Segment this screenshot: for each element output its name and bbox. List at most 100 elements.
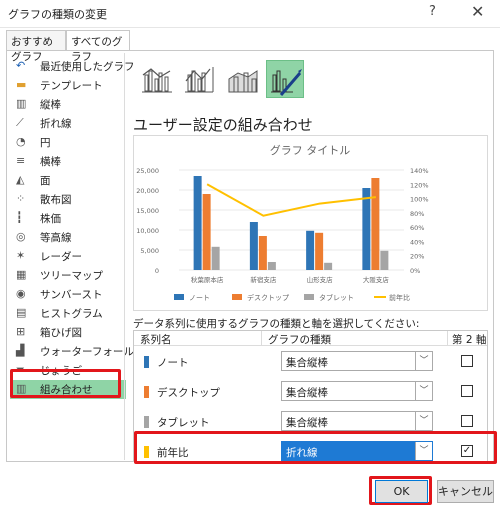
series-color-swatch — [144, 386, 149, 398]
sidebar-item-label: レーダー — [40, 251, 82, 263]
sidebar-item[interactable]: ▤ ヒストグラム — [10, 304, 126, 323]
pie-chart-icon: ◔ — [16, 135, 26, 148]
sidebar-item-label: 株価 — [40, 213, 61, 225]
sunburst-icon: ◉ — [16, 287, 26, 300]
x-tick-label: 山形支店 — [307, 275, 334, 284]
tab-all-charts[interactable]: すべてのグラフ — [66, 30, 130, 63]
sidebar-item[interactable]: ▬ テンプレート — [10, 76, 126, 95]
chart-svg: グラフ タイトル 25,000 20,000 15,000 10,000 5,000 0 14… — [136, 143, 429, 302]
y2-tick-label: 40% — [410, 238, 424, 246]
sidebar-item[interactable]: ↶ 最近使用したグラフ — [10, 57, 135, 76]
x-tick-label: 大阪支店 — [363, 275, 390, 284]
y-tick-label: 0 — [155, 267, 159, 275]
sidebar-item-label: 等高線 — [40, 232, 72, 244]
line-series — [206, 183, 376, 217]
y-tick-label: 25,000 — [136, 167, 159, 175]
sidebar-item[interactable]: ≡ 横棒 — [10, 152, 126, 171]
series-prompt: データ系列に使用するグラフの種類と軸を選択してください: — [133, 318, 420, 330]
legend-swatch — [174, 294, 184, 300]
chart-type-dropdown[interactable]: 集合縦棒 ﹀ — [281, 351, 433, 371]
header-divider — [447, 331, 448, 346]
secondary-axis-checkbox[interactable] — [461, 355, 473, 367]
sidebar-item[interactable]: ▦ ツリーマップ — [10, 266, 126, 285]
line-chart-icon: ⟋ — [16, 116, 24, 129]
sidebar-item[interactable]: ⁘ 散布図 — [10, 190, 126, 209]
variant-custom-combination[interactable] — [266, 60, 304, 98]
sidebar-item[interactable]: ◎ 等高線 — [10, 228, 126, 247]
sidebar-item-label: 縦棒 — [40, 99, 61, 111]
chevron-down-icon[interactable]: ﹀ — [415, 352, 432, 370]
radar-chart-icon: ✶ — [16, 249, 26, 262]
waterfall-icon: ▟ — [16, 344, 25, 357]
chevron-down-icon[interactable]: ﹀ — [415, 382, 432, 400]
chart-type-dropdown[interactable]: 集合縦棒 ﹀ — [281, 381, 433, 401]
stacked-area-column-icon — [228, 70, 258, 93]
bar — [315, 232, 324, 270]
y-tick-label: 10,000 — [136, 227, 159, 235]
callout-secondary-row — [134, 431, 497, 464]
bar — [380, 250, 389, 270]
series-row[interactable]: ノート 集合縦棒 ﹀ — [134, 347, 487, 377]
window-title: グラフの種類の変更 — [8, 8, 107, 21]
secondary-axis-checkbox[interactable] — [461, 385, 473, 397]
histogram-icon: ▤ — [16, 306, 27, 319]
legend-swatch — [232, 294, 242, 300]
sidebar-item-label: 面 — [40, 175, 51, 187]
bar-chart-icon: ≡ — [16, 154, 26, 167]
tab-recommended[interactable]: おすすめグラフ — [6, 30, 66, 63]
bar — [371, 178, 380, 270]
column-chart-icon: ▥ — [16, 97, 27, 110]
bar — [258, 236, 267, 270]
sidebar-item[interactable]: ▟ ウォーターフォール — [10, 342, 134, 361]
legend-label: ノート — [189, 294, 210, 302]
series-name: タブレット — [157, 417, 210, 429]
sidebar-item[interactable]: ▥ 縦棒 — [10, 95, 126, 114]
header-secondary-axis: 第 2 軸 — [452, 334, 487, 346]
close-button[interactable]: ✕ — [471, 2, 484, 21]
variant-clustered-column-line[interactable] — [137, 60, 175, 98]
custom-combination-icon — [271, 69, 302, 96]
bar — [362, 188, 371, 270]
sidebar-item-label: 散布図 — [40, 194, 72, 206]
legend-label: 前年比 — [389, 293, 410, 302]
chart-type-value: 集合縦棒 — [286, 417, 328, 429]
help-button[interactable]: ? — [429, 4, 436, 19]
sidebar-item-label: テンプレート — [40, 80, 103, 92]
bar — [249, 222, 258, 270]
y2-tick-label: 0% — [410, 267, 420, 275]
header-series-name: 系列名 — [140, 334, 172, 346]
sidebar-item[interactable]: ◉ サンバースト — [10, 285, 126, 304]
ok-button[interactable]: OK — [375, 480, 428, 503]
sidebar-item[interactable]: ⊞ 箱ひげ図 — [10, 323, 126, 342]
sidebar-item[interactable]: ◔ 円 — [10, 133, 126, 152]
legend-swatch — [304, 294, 314, 300]
variant-clustered-column-line-secondary[interactable] — [179, 60, 217, 98]
sidebar-item-label: ツリーマップ — [40, 270, 103, 282]
sidebar-item[interactable]: ┇ 株価 — [10, 209, 126, 228]
title-bar: グラフの種類の変更 ? ✕ — [0, 0, 500, 28]
bar — [267, 262, 276, 270]
chart-type-value: 集合縦棒 — [286, 357, 328, 369]
chart-type-value: 集合縦棒 — [286, 387, 328, 399]
series-color-swatch — [144, 416, 149, 428]
y2-tick-label: 140% — [410, 167, 429, 175]
sidebar-item[interactable]: ◭ 面 — [10, 171, 126, 190]
scatter-chart-icon: ⁘ — [16, 192, 26, 205]
series-name: ノート — [157, 357, 189, 369]
y2-tick-label: 120% — [410, 181, 429, 189]
y2-tick-label: 60% — [410, 224, 424, 232]
series-color-swatch — [144, 356, 149, 368]
secondary-axis-checkbox[interactable] — [461, 415, 473, 427]
sidebar-item[interactable]: ✶ レーダー — [10, 247, 126, 266]
sidebar-item-label: ヒストグラム — [40, 308, 103, 320]
series-row[interactable]: デスクトップ 集合縦棒 ﹀ — [134, 377, 487, 407]
callout-combo-item — [10, 369, 121, 398]
cancel-button[interactable]: キャンセル — [437, 480, 494, 503]
chevron-down-icon[interactable]: ﹀ — [415, 412, 432, 430]
variant-stacked-area-column[interactable] — [223, 60, 261, 98]
clustered-column-line-icon — [142, 68, 172, 93]
chart-type-dropdown[interactable]: 集合縦棒 ﹀ — [281, 411, 433, 431]
treemap-icon: ▦ — [16, 268, 27, 281]
sidebar-item[interactable]: ⟋ 折れ線 — [10, 114, 126, 133]
series-table-header: 系列名 グラフの種類 第 2 軸 — [134, 331, 487, 346]
